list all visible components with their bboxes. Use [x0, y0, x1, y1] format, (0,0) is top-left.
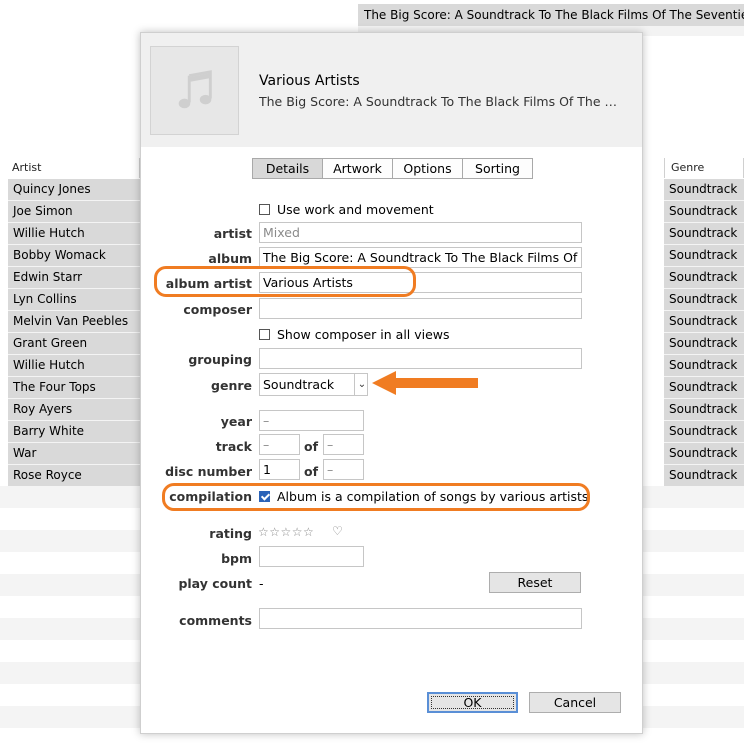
heart-icon[interactable]: ♡	[332, 524, 343, 538]
track-number-field[interactable]: –	[259, 434, 300, 455]
column-header-artist[interactable]: Artist	[8, 158, 140, 178]
comments-label: comments	[179, 613, 252, 628]
table-row[interactable]: Soundtrack	[664, 223, 744, 245]
table-row[interactable]: Soundtrack	[664, 201, 744, 223]
show-composer-checkbox-row[interactable]: Show composer in all views	[259, 327, 450, 342]
year-label: year	[220, 414, 252, 429]
tab-sorting[interactable]: Sorting	[463, 158, 533, 179]
tab-options[interactable]: Options	[393, 158, 463, 179]
composer-field[interactable]	[259, 298, 582, 319]
table-row[interactable]: Barry White	[8, 421, 140, 443]
album-artwork[interactable]	[150, 46, 239, 135]
table-row[interactable]: Joe Simon	[8, 201, 140, 223]
genre-column: Soundtrack Soundtrack Soundtrack Soundtr…	[664, 179, 744, 487]
arrow-annotation-icon	[372, 371, 478, 395]
table-row[interactable]: The Four Tops	[8, 377, 140, 399]
table-row[interactable]: War	[8, 443, 140, 465]
disc-number-field[interactable]: 1	[259, 459, 300, 480]
play-count-label: play count	[178, 576, 252, 591]
cancel-button[interactable]: Cancel	[529, 692, 621, 713]
track-of-label: of	[304, 439, 319, 454]
table-row[interactable]: Soundtrack	[664, 179, 744, 201]
track-label: track	[215, 439, 252, 454]
table-row[interactable]: Soundtrack	[664, 333, 744, 355]
genre-label: genre	[211, 378, 252, 393]
table-row[interactable]: Soundtrack	[664, 443, 744, 465]
table-row[interactable]: Lyn Collins	[8, 289, 140, 311]
tab-artwork[interactable]: Artwork	[323, 158, 393, 179]
rating-label: rating	[209, 526, 252, 541]
table-row[interactable]: Melvin Van Peebles	[8, 311, 140, 333]
compilation-text: Album is a compilation of songs by vario…	[277, 489, 589, 504]
composer-label: composer	[183, 302, 252, 317]
track-count-field[interactable]: –	[323, 434, 364, 455]
reset-button[interactable]: Reset	[489, 572, 581, 593]
table-row[interactable]: Grant Green	[8, 333, 140, 355]
compilation-label: compilation	[169, 489, 252, 504]
ok-button[interactable]: OK	[427, 692, 518, 713]
table-row[interactable]: Soundtrack	[664, 421, 744, 443]
table-row[interactable]: Soundtrack	[664, 245, 744, 267]
use-work-checkbox[interactable]	[259, 204, 270, 215]
header-subtitle: The Big Score: A Soundtrack To The Black…	[259, 94, 624, 109]
table-row[interactable]: Soundtrack	[664, 355, 744, 377]
artist-label: artist	[213, 226, 252, 241]
table-row[interactable]: Willie Hutch	[8, 355, 140, 377]
tab-details[interactable]: Details	[252, 158, 323, 179]
table-row[interactable]: Edwin Starr	[8, 267, 140, 289]
album-artist-field[interactable]: Various Artists	[259, 272, 582, 293]
album-label: album	[208, 251, 252, 266]
compilation-checkbox[interactable]	[259, 491, 270, 502]
grouping-field[interactable]	[259, 348, 582, 369]
table-row[interactable]: Quincy Jones	[8, 179, 140, 201]
dialog-header: Various Artists The Big Score: A Soundtr…	[141, 33, 642, 147]
table-row[interactable]: Soundtrack	[664, 377, 744, 399]
selected-album-row[interactable]: The Big Score: A Soundtrack To The Black…	[358, 4, 744, 26]
chevron-down-icon[interactable]: ⌄	[354, 373, 369, 396]
disc-of-label: of	[304, 464, 319, 479]
tab-bar: Details Artwork Options Sorting	[252, 158, 533, 179]
album-artist-label: album artist	[165, 276, 252, 291]
artist-column: Quincy Jones Joe Simon Willie Hutch Bobb…	[8, 179, 140, 487]
rating-stars[interactable]: ☆☆☆☆☆	[258, 525, 314, 539]
table-row[interactable]: Willie Hutch	[8, 223, 140, 245]
disc-number-label: disc number	[165, 464, 252, 479]
grouping-label: grouping	[188, 352, 252, 367]
bpm-label: bpm	[221, 551, 252, 566]
genre-select[interactable]: Soundtrack	[259, 373, 368, 396]
music-note-icon	[178, 69, 212, 108]
album-field[interactable]: The Big Score: A Soundtrack To The Black…	[259, 247, 582, 268]
bpm-field[interactable]	[259, 546, 364, 567]
table-row[interactable]: Roy Ayers	[8, 399, 140, 421]
compilation-checkbox-row[interactable]: Album is a compilation of songs by vario…	[259, 489, 588, 504]
header-title: Various Artists	[259, 73, 360, 89]
comments-field[interactable]	[259, 608, 582, 629]
table-row[interactable]: Bobby Womack	[8, 245, 140, 267]
artist-field[interactable]: Mixed	[259, 222, 582, 243]
use-work-label: Use work and movement	[277, 202, 434, 217]
table-row[interactable]: Rose Royce	[8, 465, 140, 487]
table-row[interactable]: Soundtrack	[664, 399, 744, 421]
show-composer-checkbox[interactable]	[259, 329, 270, 340]
table-row[interactable]: Soundtrack	[664, 311, 744, 333]
play-count-value: -	[259, 576, 264, 591]
column-header-genre[interactable]: Genre	[664, 158, 744, 178]
table-row[interactable]: Soundtrack	[664, 465, 744, 487]
focus-ring	[431, 696, 514, 709]
use-work-checkbox-row[interactable]: Use work and movement	[259, 202, 434, 217]
table-row[interactable]: Soundtrack	[664, 289, 744, 311]
year-field[interactable]: –	[259, 410, 364, 431]
table-row[interactable]: Soundtrack	[664, 267, 744, 289]
disc-count-field[interactable]: –	[323, 459, 364, 480]
show-composer-label: Show composer in all views	[277, 327, 450, 342]
